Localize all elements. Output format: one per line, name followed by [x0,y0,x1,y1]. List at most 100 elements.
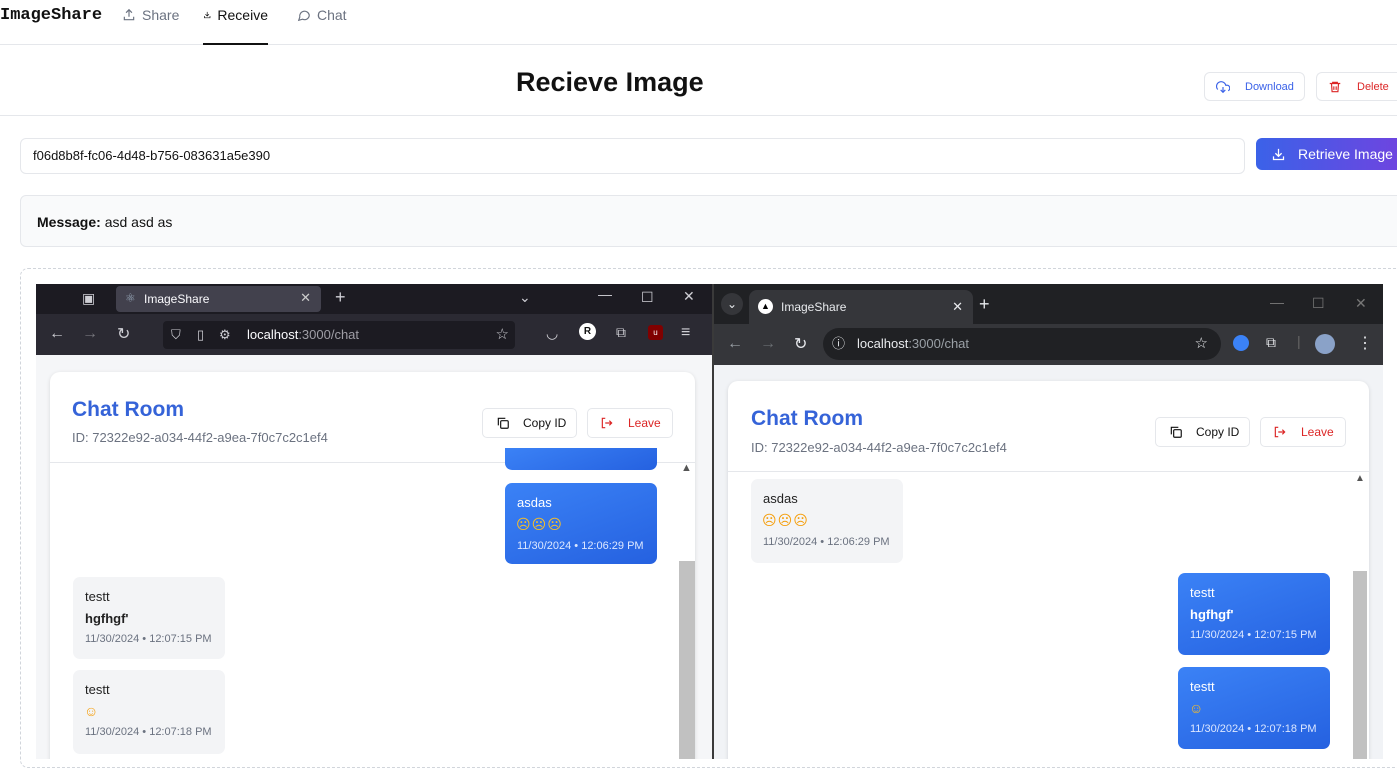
nextjs-logo-icon: ▲ [758,299,773,314]
message-bubble-partial [505,448,657,470]
hamburger-menu-icon: ≡ [681,324,691,341]
tab-receive-label: Receive [217,7,268,23]
left-leave-button[interactable]: Leave [587,408,673,438]
chat-scrollbar[interactable] [679,561,695,759]
right-browser-toolbar: ← → ↻ ⓘ localhost:3000/chat ☆ ⧉ | ⋮ [714,324,1383,365]
tab-search-icon: ⌄ [721,293,743,315]
new-tab-icon: + [979,294,990,314]
tab-overview-icon: ▣ [82,290,96,306]
trash-icon [1329,81,1341,92]
message-user: testt [85,682,110,697]
left-browser-tabbar: ▣ ⚛ ImageShare ✕ + ⌄ — ☐ ✕ [36,284,712,314]
message-time: 11/30/2024 • 12:07:15 PM [1190,629,1317,641]
close-window-icon: ✕ [683,288,695,304]
message-bubble: testt ☺ 11/30/2024 • 12:07:18 PM [1178,667,1330,749]
message-user: testt [1190,585,1215,600]
left-copy-id-label: Copy ID [523,416,567,430]
back-arrow-icon: ← [49,325,65,342]
chat-scrollbar[interactable] [1353,571,1367,759]
message-bubble: testt hgfhgf' 11/30/2024 • 12:07:15 PM [73,577,225,659]
left-url-bar: ⛉ ▯ ⚙ localhost:3000/chat ☆ [163,321,515,349]
message-text: hgfhgf' [1190,607,1234,622]
left-browser-toolbar: ← → ↻ ⛉ ▯ ⚙ localhost:3000/chat ☆ ◡ R ⧉ … [36,314,712,355]
scroll-up-arrow-icon[interactable]: ▲ [681,462,692,474]
message-emoji: ☹☹☹ [516,516,563,532]
ublock-icon: u [648,325,663,340]
extensions-icon: ⧉ [1266,334,1276,350]
message-time: 11/30/2024 • 12:07:18 PM [85,726,212,738]
extensions-icon: ⧉ [616,324,626,340]
left-copy-id-button[interactable]: Copy ID [482,408,577,438]
left-chat-card: Chat Room ID: 72322e92-a034-44f2-a9ea-7f… [50,372,695,759]
tab-receive[interactable]: Receive [203,7,268,45]
retrieve-image-button[interactable]: Retrieve Image [1256,138,1397,170]
right-browser-tabbar: ⌄ ▲ ImageShare ✕ + — ☐ ✕ [714,284,1383,324]
brand-logo[interactable]: ImageShare [0,6,102,25]
tab-close-icon: ✕ [952,299,963,314]
copy-icon [497,417,509,429]
message-bubble: testt hgfhgf' 11/30/2024 • 12:07:15 PM [1178,573,1330,655]
copy-icon [1170,426,1182,438]
message-time: 11/30/2024 • 12:07:15 PM [85,633,212,645]
message-text: asd asd as [104,214,173,230]
logout-icon [1274,426,1286,438]
right-copy-id-label: Copy ID [1196,425,1240,439]
tab-chat[interactable]: Chat [297,7,347,45]
page-title: Recieve Image [516,67,704,97]
react-logo-icon: ⚛ [125,291,136,305]
message-user: asdas [763,491,798,506]
reload-icon: ↻ [794,336,808,353]
minimize-icon: — [598,286,612,302]
tab-chat-label: Chat [317,7,347,23]
maximize-icon: ☐ [641,289,654,305]
right-browser-tab: ▲ ImageShare ✕ [749,290,973,324]
scroll-up-arrow-icon[interactable]: ▲ [1355,473,1365,484]
message-label: Message: [37,214,101,230]
upload-icon [123,8,135,21]
right-leave-label: Leave [1301,425,1334,439]
maximize-icon: ☐ [1312,295,1325,311]
message-emoji: ☺ [84,703,100,719]
chat-divider [728,471,1369,472]
back-arrow-icon: ← [727,335,743,352]
delete-button[interactable]: Delete [1316,72,1397,101]
right-browser-window: ⌄ ▲ ImageShare ✕ + — ☐ ✕ ← → ↻ ⓘ localho… [712,284,1383,759]
shield-icon: ⛉ [171,327,181,342]
message-time: 11/30/2024 • 12:06:29 PM [517,540,644,552]
site-info-icon: ⓘ [832,336,846,351]
right-url-bar: ⓘ localhost:3000/chat ☆ [823,328,1221,360]
message-box: Message: asd asd as [20,195,1397,247]
left-leave-label: Leave [628,416,661,430]
tab-close-icon: ✕ [300,290,311,305]
image-id-input[interactable]: f06d8b8f-fc06-4d48-b756-083631a5e390 [20,138,1245,174]
right-url-host: localhost [857,336,909,351]
logout-icon [601,417,613,429]
kebab-menu-icon: ⋮ [1357,335,1373,352]
bookmark-star-icon: ☆ [495,326,509,343]
left-browser-tab: ⚛ ImageShare ✕ [116,286,321,312]
message-emoji: ☺ [1189,700,1205,716]
chat-bubble-icon [297,10,310,22]
chevron-down-icon: ⌄ [519,289,531,305]
delete-button-label: Delete [1357,80,1389,93]
extension-r-icon: R [579,323,596,340]
download-button[interactable]: Download [1204,72,1305,101]
message-user: testt [85,589,110,604]
message-bubble: testt ☺ 11/30/2024 • 12:07:18 PM [73,670,225,754]
right-leave-button[interactable]: Leave [1260,417,1346,447]
page-icon: ▯ [197,327,205,342]
right-chat-card: Chat Room ID: 72322e92-a034-44f2-a9ea-7f… [728,381,1369,759]
left-url-path: :3000/chat [298,327,360,342]
toolbar-separator: | [1297,333,1301,349]
left-browser-window: ▣ ⚛ ImageShare ✕ + ⌄ — ☐ ✕ ← → ↻ ⛉ ▯ ⚙ l… [36,284,712,759]
site-settings-icon: ⚙ [219,327,231,342]
left-url-host: localhost [247,327,299,342]
retrieve-image-label: Retrieve Image [1298,146,1393,162]
message-bubble: asdas ☹☹☹ 11/30/2024 • 12:06:29 PM [751,479,903,563]
page-header: Recieve Image Download Delete [0,45,1397,116]
tab-share[interactable]: Share [122,7,179,45]
reload-icon: ↻ [117,326,131,343]
retrieved-image: ▣ ⚛ ImageShare ✕ + ⌄ — ☐ ✕ ← → ↻ ⛉ ▯ ⚙ l… [36,284,1383,759]
right-copy-id-button[interactable]: Copy ID [1155,417,1250,447]
message-text: hgfhgf' [85,611,129,626]
